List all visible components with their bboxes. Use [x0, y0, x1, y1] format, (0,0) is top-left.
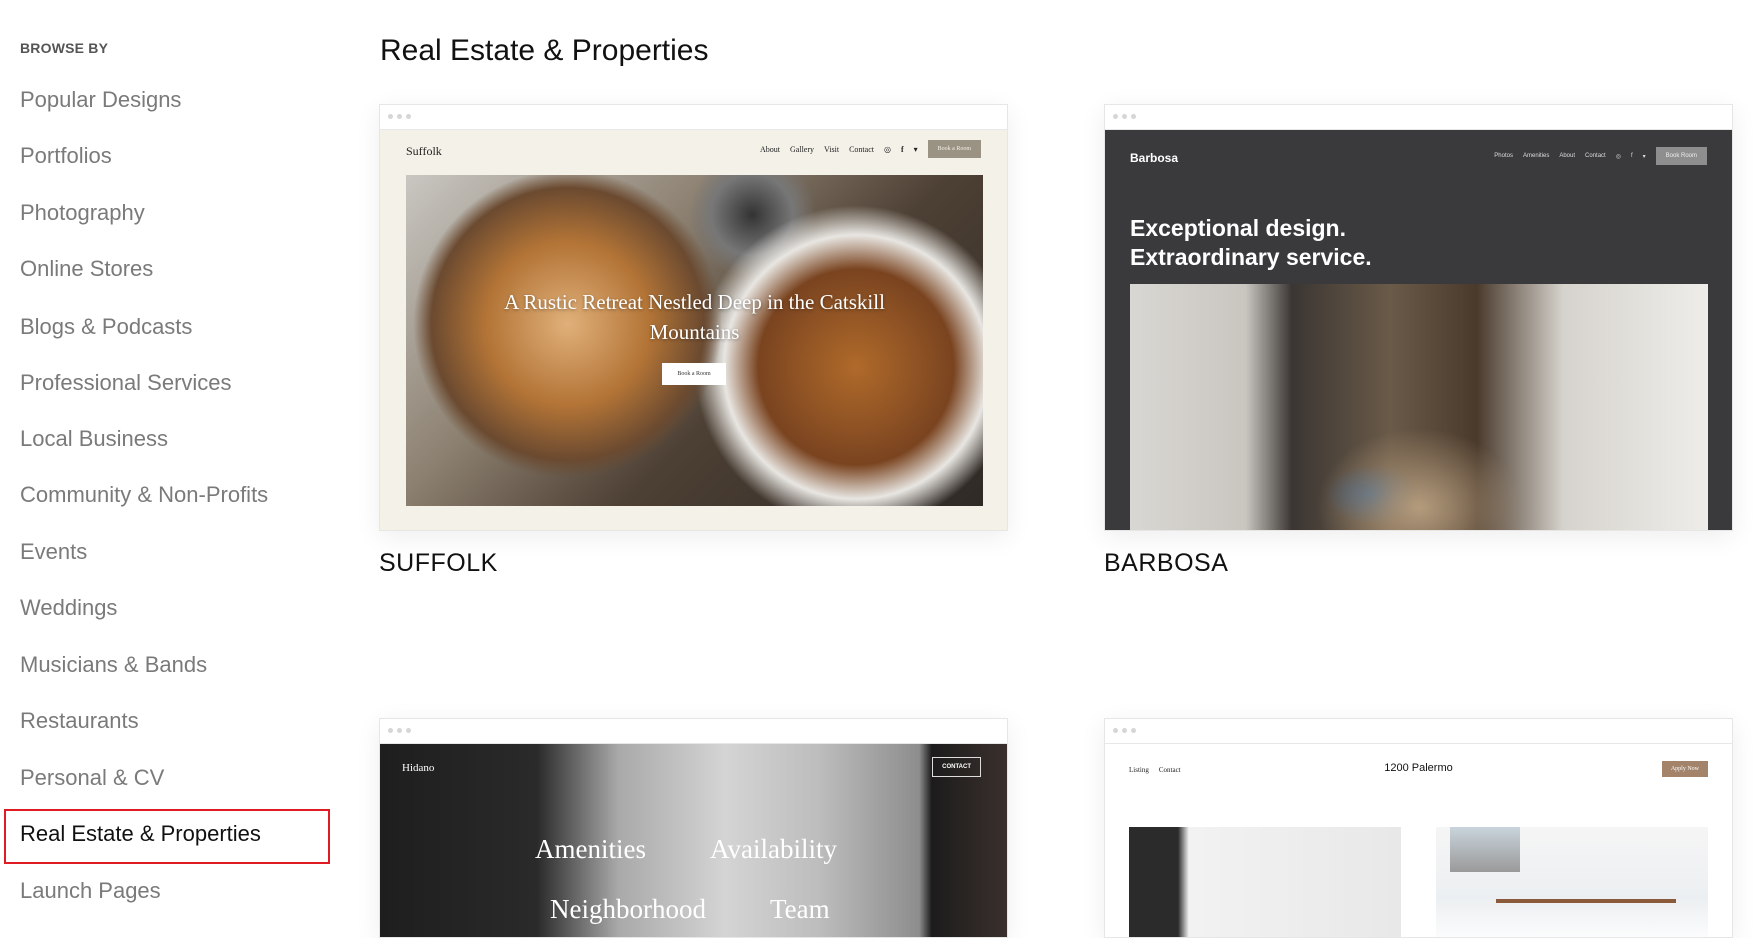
template-name-barbosa[interactable]: BARBOSA: [1104, 549, 1228, 578]
preview-cta-button: Apply Now: [1661, 761, 1708, 777]
sidebar: BROWSE BY Popular Designs Portfolios Pho…: [0, 0, 340, 920]
template-name-suffolk[interactable]: SUFFOLK: [379, 549, 498, 578]
page-title: Real Estate & Properties: [380, 34, 709, 67]
preview-nav-link: About: [760, 144, 781, 154]
preview-brand: Suffolk: [406, 144, 442, 158]
sidebar-item-photography[interactable]: Photography: [20, 193, 145, 233]
twitter-icon: ▾: [913, 144, 918, 154]
sidebar-item-musicians-bands[interactable]: Musicians & Bands: [20, 645, 207, 685]
sidebar-item-community-non-profits[interactable]: Community & Non-Profits: [20, 475, 268, 515]
preview-link: Availability: [710, 834, 837, 864]
preview-image: [1129, 827, 1401, 937]
template-card-hidano[interactable]: Hidano CONTACT Amenities Availability Ne…: [379, 718, 1008, 938]
preview-cta-button: Book Room: [1655, 147, 1707, 165]
sidebar-item-weddings[interactable]: Weddings: [20, 588, 117, 628]
facebook-icon: f: [900, 144, 904, 154]
preview-nav-link: Photos: [1494, 153, 1513, 159]
preview-link: Team: [770, 894, 830, 924]
preview-brand: Hidano: [402, 762, 435, 774]
preview-link: Neighborhood: [550, 894, 706, 924]
sidebar-item-restaurants[interactable]: Restaurants: [20, 701, 139, 741]
sidebar-item-real-estate[interactable]: Real Estate & Properties: [20, 814, 261, 854]
browser-chrome: [380, 105, 1007, 130]
browse-by-heading: BROWSE BY: [20, 40, 109, 56]
preview-cta-button: Book a Room: [927, 140, 981, 158]
preview-headline-line1: Exceptional design.: [1130, 215, 1346, 241]
preview-hero-image: [1130, 284, 1708, 530]
preview-nav-link: Contact: [1585, 153, 1606, 159]
preview-brand: Barbosa: [1130, 151, 1179, 165]
preview-brand: 1200 Palermo: [1384, 762, 1453, 774]
facebook-icon: f: [1630, 153, 1633, 159]
sidebar-item-blogs-podcasts[interactable]: Blogs & Podcasts: [20, 307, 192, 347]
preview-hero-image: A Rustic Retreat Nestled Deep in the Cat…: [406, 175, 983, 506]
sidebar-item-online-stores[interactable]: Online Stores: [20, 249, 153, 289]
sidebar-item-local-business[interactable]: Local Business: [20, 419, 168, 459]
preview-hero-image: Hidano CONTACT Amenities Availability Ne…: [380, 744, 1007, 937]
preview-nav-link: Amenities: [1522, 153, 1550, 159]
instagram-icon: ◎: [1615, 153, 1621, 160]
preview-headline: A Rustic Retreat Nestled Deep in the Cat…: [504, 290, 885, 344]
preview-cta-button: CONTACT: [932, 757, 981, 777]
preview-hero-button: Book a Room: [662, 363, 726, 385]
preview-nav-link: Contact: [849, 144, 874, 154]
twitter-icon: ▾: [1642, 153, 1646, 160]
sidebar-item-professional-services[interactable]: Professional Services: [20, 363, 232, 403]
browser-chrome: [380, 719, 1007, 744]
preview-headline-line2: Extraordinary service.: [1130, 244, 1372, 270]
preview-link: Amenities: [535, 834, 646, 864]
sidebar-item-portfolios[interactable]: Portfolios: [20, 136, 112, 176]
template-card-barbosa[interactable]: Barbosa Photos Amenities About Contact ◎…: [1104, 104, 1733, 531]
sidebar-item-launch-pages[interactable]: Launch Pages: [20, 871, 161, 911]
sidebar-item-popular-designs[interactable]: Popular Designs: [20, 80, 181, 120]
template-card-suffolk[interactable]: Suffolk About Gallery Visit Contact ◎ f …: [379, 104, 1008, 531]
instagram-icon: ◎: [883, 144, 891, 154]
preview-nav-link: About: [1559, 153, 1576, 159]
preview-nav-link: Visit: [824, 144, 840, 154]
sidebar-item-events[interactable]: Events: [20, 532, 87, 572]
browser-chrome: [1105, 719, 1732, 744]
browser-chrome: [1105, 105, 1732, 130]
preview-image: [1436, 827, 1708, 937]
preview-nav-link: Gallery: [790, 144, 815, 154]
sidebar-item-personal-cv[interactable]: Personal & CV: [20, 758, 164, 798]
template-card-1200-palermo[interactable]: Listing Contact 1200 Palermo Apply Now: [1104, 718, 1733, 938]
